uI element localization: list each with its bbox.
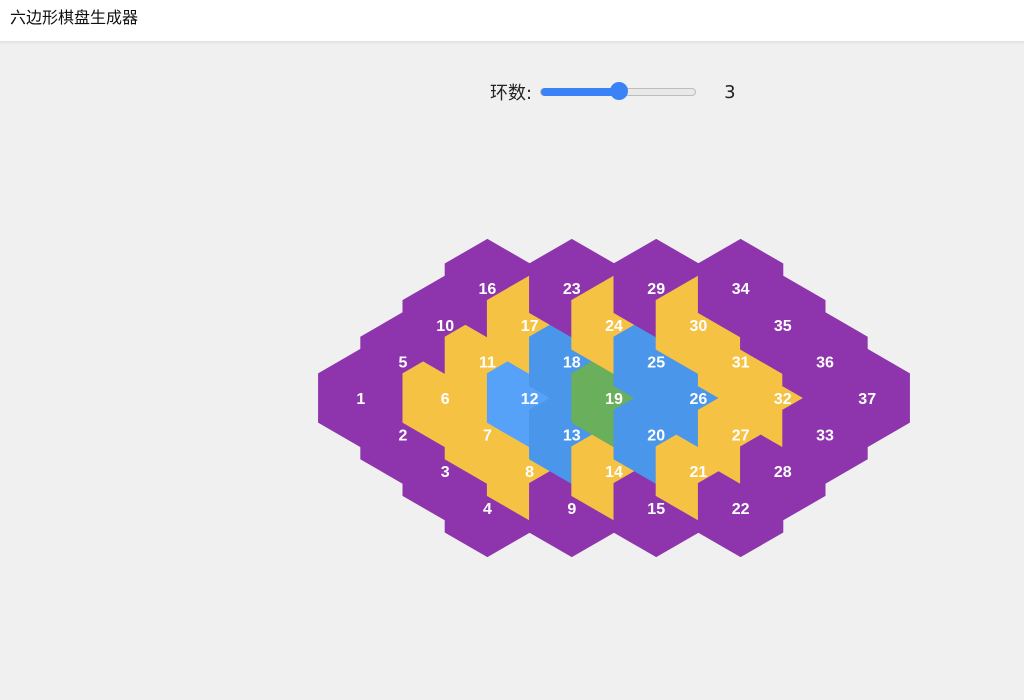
hex-label-27: 27 [732, 428, 750, 445]
hex-label-13: 13 [563, 428, 581, 445]
hex-label-20: 20 [647, 428, 665, 445]
hex-label-4: 4 [483, 501, 492, 518]
hex-label-26: 26 [690, 391, 708, 408]
hex-label-11: 11 [479, 354, 496, 371]
hex-label-9: 9 [567, 501, 576, 518]
hex-label-34: 34 [732, 281, 750, 298]
hex-label-19: 19 [605, 391, 623, 408]
hex-label-24: 24 [605, 318, 623, 335]
hex-label-17: 17 [521, 318, 539, 335]
hex-label-5: 5 [399, 354, 408, 371]
hex-label-3: 3 [441, 464, 450, 481]
hex-label-23: 23 [563, 281, 581, 298]
hex-label-22: 22 [732, 501, 750, 518]
hex-label-36: 36 [816, 354, 834, 371]
hex-label-32: 32 [774, 391, 792, 408]
hex-label-25: 25 [647, 354, 665, 371]
hex-label-35: 35 [774, 318, 792, 335]
hex-label-6: 6 [441, 391, 450, 408]
hex-board: 1253610471116812179131823141924152025292… [318, 238, 910, 558]
hex-label-14: 14 [605, 464, 623, 481]
hex-label-31: 31 [732, 354, 750, 371]
hex-label-33: 33 [816, 428, 834, 445]
hex-label-29: 29 [647, 281, 665, 298]
hex-label-21: 21 [690, 464, 708, 481]
hex-label-2: 2 [399, 428, 408, 445]
hex-label-7: 7 [483, 428, 492, 445]
hex-label-10: 10 [436, 318, 454, 335]
hex-label-16: 16 [479, 281, 497, 298]
hex-label-30: 30 [690, 318, 708, 335]
hex-label-15: 15 [647, 501, 665, 518]
hex-label-12: 12 [521, 391, 539, 408]
hex-label-37: 37 [858, 391, 876, 408]
hex-label-28: 28 [774, 464, 792, 481]
hex-label-1: 1 [356, 391, 365, 408]
hex-label-8: 8 [525, 464, 534, 481]
hex-label-18: 18 [563, 354, 581, 371]
